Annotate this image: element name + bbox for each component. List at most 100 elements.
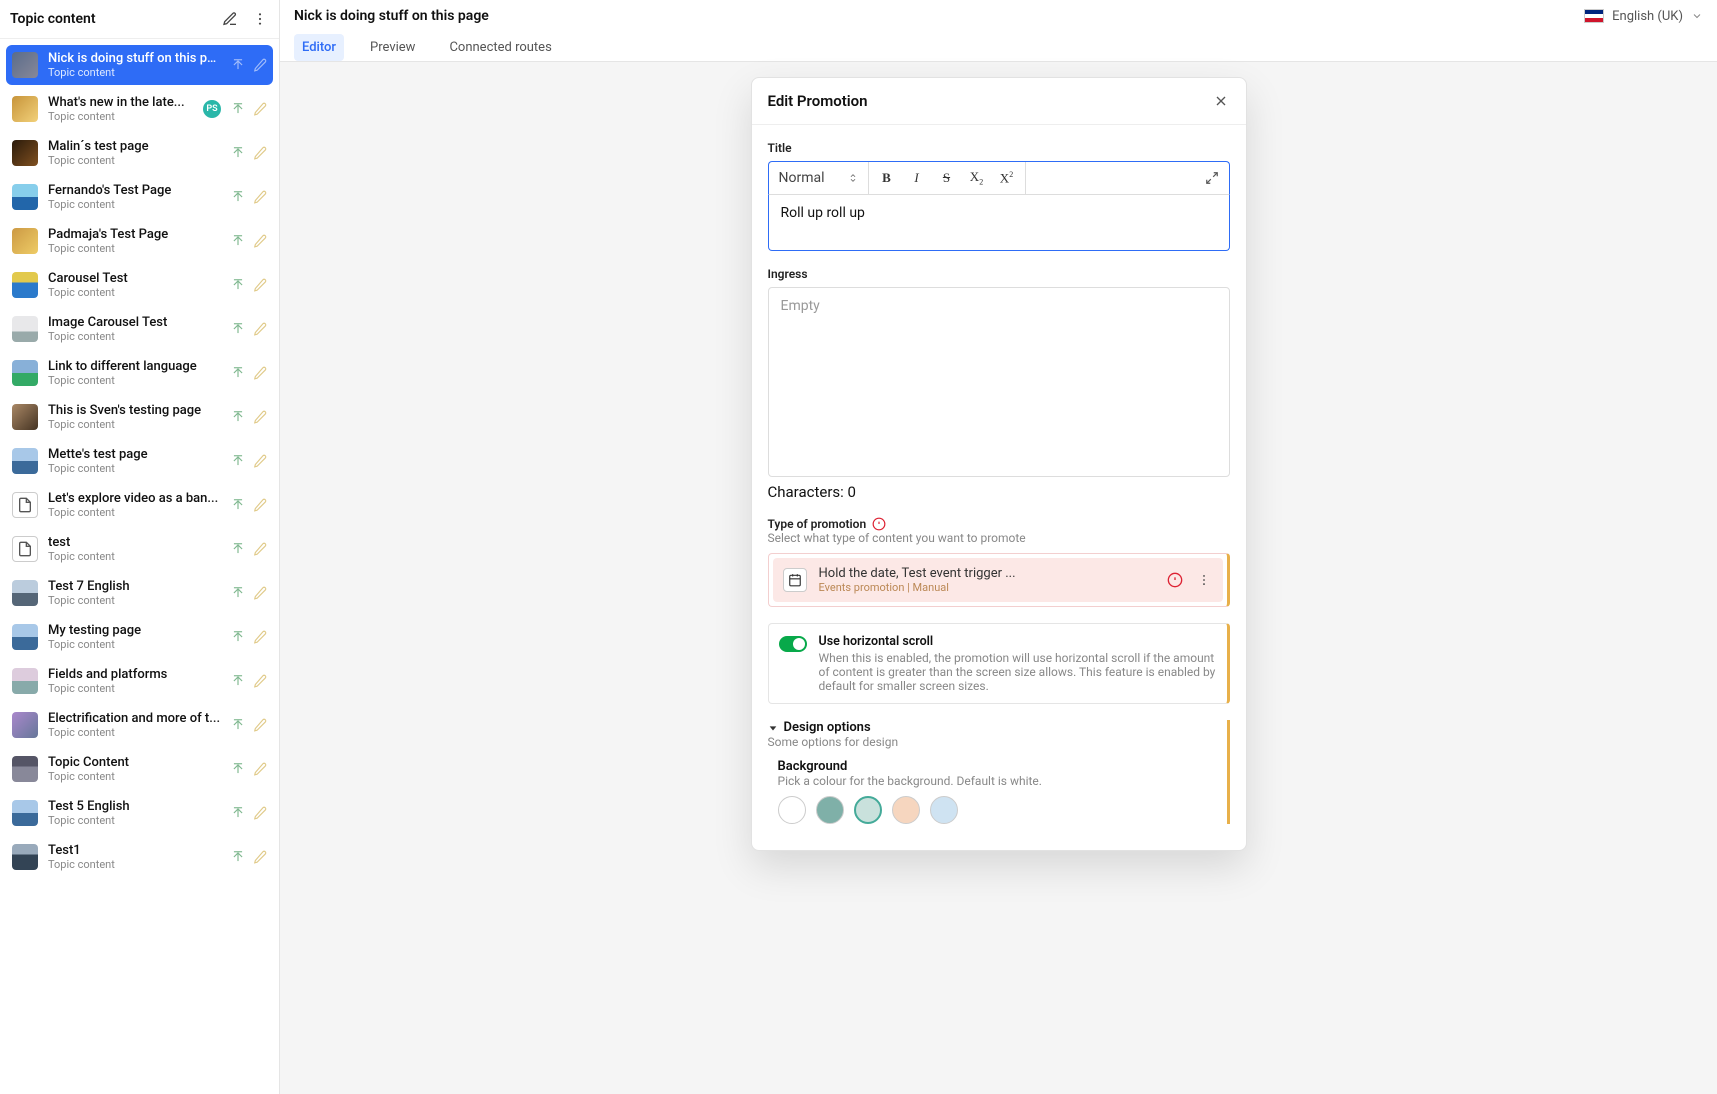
publish-icon[interactable] [231,322,245,336]
design-options-header[interactable]: Design options [768,720,1221,735]
sidebar-item[interactable]: Fields and platformsTopic content [6,661,273,701]
card-more-icon[interactable] [1195,571,1213,589]
bold-button[interactable]: B [879,170,895,186]
publish-icon[interactable] [231,410,245,424]
sidebar-item[interactable]: Topic ContentTopic content [6,749,273,789]
sidebar-item-title: Carousel Test [48,271,221,286]
edit-icon[interactable] [253,498,267,512]
sidebar-item[interactable]: Test 7 EnglishTopic content [6,573,273,613]
edit-icon[interactable] [253,718,267,732]
edit-icon[interactable] [253,278,267,292]
sidebar-item[interactable]: My testing pageTopic content [6,617,273,657]
document-icon [12,492,38,518]
sidebar-item[interactable]: Padmaja's Test PageTopic content [6,221,273,261]
sidebar-item[interactable]: testTopic content [6,529,273,569]
publish-icon[interactable] [231,674,245,688]
color-swatch[interactable] [816,796,844,824]
italic-button[interactable]: I [909,170,925,186]
sidebar-item-title: Mette's test page [48,447,221,462]
background-label: Background [778,759,1221,774]
edit-icon[interactable] [253,190,267,204]
color-swatch[interactable] [930,796,958,824]
sidebar-item-title: Link to different language [48,359,221,374]
close-icon[interactable] [1212,92,1230,110]
sidebar-item[interactable]: Image Carousel TestTopic content [6,309,273,349]
edit-icon[interactable] [253,586,267,600]
error-icon [1167,572,1183,588]
sidebar-item[interactable]: Malin´s test pageTopic content [6,133,273,173]
format-select[interactable]: Normal [769,162,869,194]
edit-icon[interactable] [253,762,267,776]
edit-icon[interactable] [253,234,267,248]
publish-icon[interactable] [231,454,245,468]
edit-icon[interactable] [253,630,267,644]
sidebar-item-subtitle: Topic content [48,638,221,651]
more-icon[interactable] [251,10,269,28]
publish-icon[interactable] [231,718,245,732]
publish-icon[interactable] [231,366,245,380]
ingress-label: Ingress [768,267,1230,281]
sidebar-item[interactable]: Carousel TestTopic content [6,265,273,305]
superscript-button[interactable]: X2 [999,170,1015,186]
promotion-card[interactable]: Hold the date, Test event trigger ... Ev… [773,558,1223,602]
sidebar-item[interactable]: Let's explore video as a ban...Topic con… [6,485,273,525]
warning-icon [872,517,886,531]
edit-icon[interactable] [253,410,267,424]
publish-icon[interactable] [231,850,245,864]
edit-icon[interactable] [253,850,267,864]
publish-icon[interactable] [231,630,245,644]
color-swatch[interactable] [778,796,806,824]
language-switcher[interactable]: English (UK) [1584,9,1703,24]
calendar-icon [783,568,807,592]
publish-icon[interactable] [231,278,245,292]
sidebar-item[interactable]: This is Sven's testing pageTopic content [6,397,273,437]
edit-icon[interactable] [253,102,267,116]
edit-icon[interactable] [253,454,267,468]
publish-icon[interactable] [231,498,245,512]
expand-button[interactable] [1195,171,1229,185]
thumbnail-image [12,844,38,870]
edit-icon[interactable] [253,542,267,556]
publish-icon[interactable] [231,190,245,204]
sidebar-item-subtitle: Topic content [48,462,221,475]
horizontal-scroll-toggle[interactable] [779,636,807,652]
sidebar-item-subtitle: Topic content [48,858,221,871]
sidebar-item-title: What's new in the late... [48,95,193,110]
strike-button[interactable]: S [939,170,955,186]
thumbnail-image [12,184,38,210]
sidebar-item-title: My testing page [48,623,221,638]
publish-icon[interactable] [231,542,245,556]
horizontal-scroll-row: Use horizontal scroll When this is enabl… [768,623,1230,704]
color-swatch[interactable] [854,796,882,824]
sidebar-item[interactable]: What's new in the late...Topic contentPS [6,89,273,129]
color-swatch[interactable] [892,796,920,824]
compose-icon[interactable] [221,10,239,28]
sidebar-item[interactable]: Fernando's Test PageTopic content [6,177,273,217]
ingress-editor[interactable]: Empty [768,287,1230,477]
publish-icon[interactable] [231,102,245,116]
tab-preview[interactable]: Preview [362,34,423,61]
publish-icon[interactable] [231,806,245,820]
edit-icon[interactable] [253,366,267,380]
edit-icon[interactable] [253,322,267,336]
edit-icon[interactable] [253,146,267,160]
publish-icon[interactable] [231,586,245,600]
sidebar-item[interactable]: Electrification and more of t...Topic co… [6,705,273,745]
sidebar-item[interactable]: Nick is doing stuff on this pa...Topic c… [6,45,273,85]
sidebar-item-title: Malin´s test page [48,139,221,154]
edit-icon[interactable] [253,806,267,820]
sidebar-item[interactable]: Test 5 EnglishTopic content [6,793,273,833]
publish-icon[interactable] [231,762,245,776]
publish-icon[interactable] [231,234,245,248]
sidebar-item[interactable]: Link to different languageTopic content [6,353,273,393]
subscript-button[interactable]: X2 [969,169,985,187]
sidebar-item[interactable]: Test1Topic content [6,837,273,877]
publish-icon[interactable] [231,58,245,72]
tab-connected-routes[interactable]: Connected routes [441,34,559,61]
edit-icon[interactable] [253,674,267,688]
tab-editor[interactable]: Editor [294,34,344,61]
title-editor[interactable]: Roll up roll up [768,195,1230,251]
publish-icon[interactable] [231,146,245,160]
edit-icon[interactable] [253,58,267,72]
sidebar-item[interactable]: Mette's test pageTopic content [6,441,273,481]
